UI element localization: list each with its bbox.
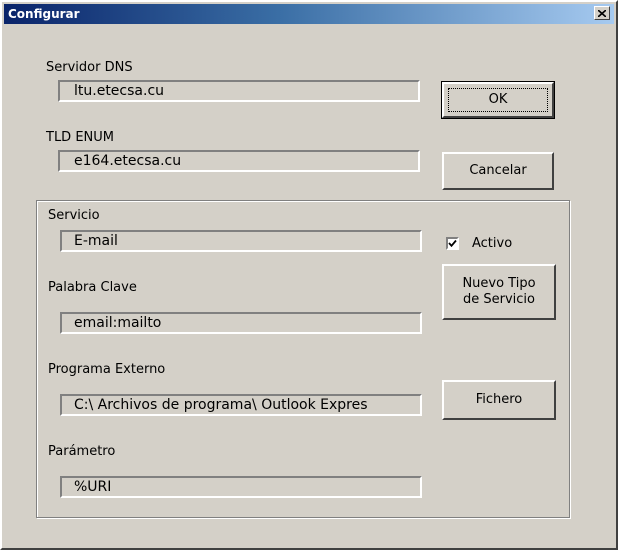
tld-label: TLD ENUM xyxy=(46,130,114,145)
parameter-field[interactable]: %URI xyxy=(60,476,422,498)
title-bar[interactable]: Configurar xyxy=(4,4,614,24)
parameter-label: Parámetro xyxy=(48,444,116,459)
close-icon xyxy=(598,9,606,17)
new-type-line1: Nuevo Tipo xyxy=(462,276,536,291)
dns-label: Servidor DNS xyxy=(46,60,133,75)
service-label: Servicio xyxy=(48,208,100,223)
active-label: Activo xyxy=(472,236,513,251)
cancel-button[interactable]: Cancelar xyxy=(442,152,554,190)
active-checkbox[interactable] xyxy=(446,237,459,250)
close-button[interactable] xyxy=(594,6,610,20)
keyword-label: Palabra Clave xyxy=(48,280,137,295)
program-label: Programa Externo xyxy=(48,362,166,377)
dns-field[interactable]: ltu.etecsa.cu xyxy=(58,80,420,102)
configurar-dialog: Configurar Servidor DNS ltu.etecsa.cu TL… xyxy=(0,0,618,550)
service-field[interactable]: E-mail xyxy=(60,230,422,252)
program-field[interactable]: C:\ Archivos de programa\ Outlook Expres xyxy=(60,394,422,416)
new-type-line2: de Servicio xyxy=(463,292,535,307)
focus-rect xyxy=(448,88,548,112)
window-title: Configurar xyxy=(8,7,80,21)
keyword-field[interactable]: email:mailto xyxy=(60,312,422,334)
file-button[interactable]: Fichero xyxy=(442,380,556,420)
ok-button[interactable]: OK xyxy=(441,81,555,119)
new-service-type-button[interactable]: Nuevo Tipo de Servicio xyxy=(442,264,556,320)
check-icon xyxy=(448,239,457,248)
tld-field[interactable]: e164.etecsa.cu xyxy=(58,150,420,172)
